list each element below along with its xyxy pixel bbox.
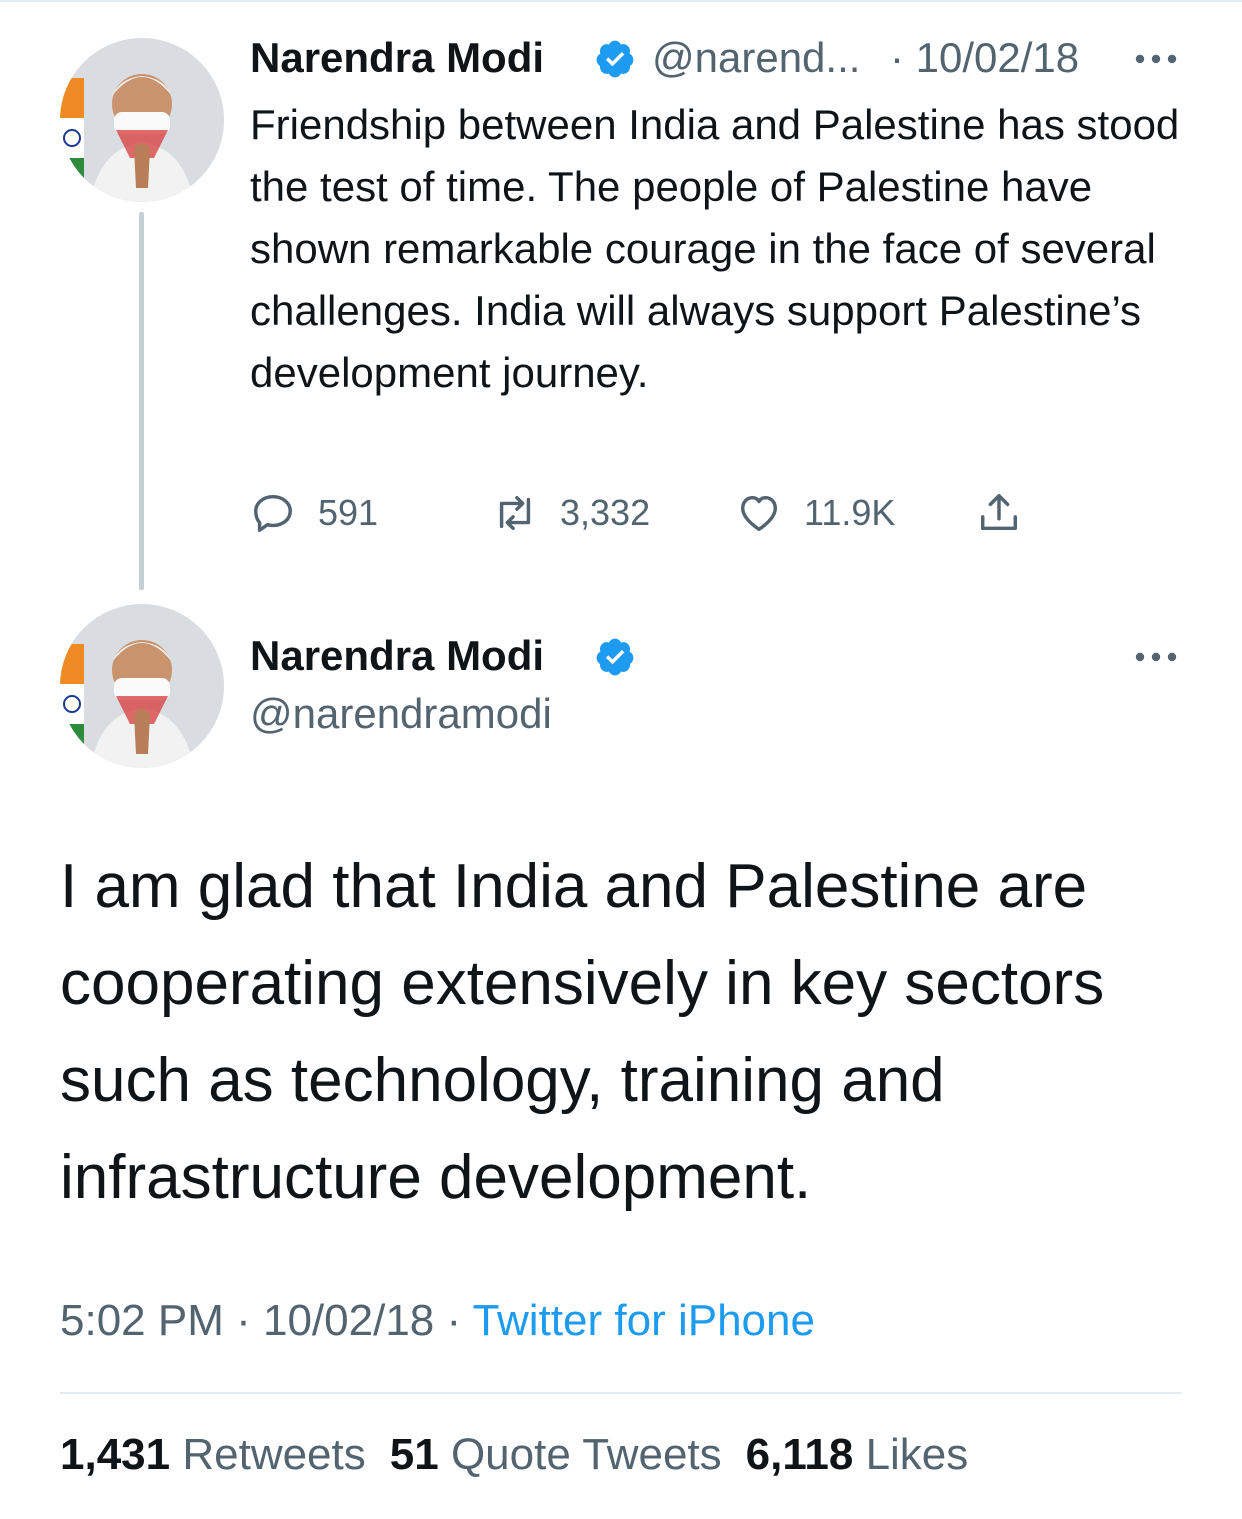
- tweet-date[interactable]: 10/02/18: [263, 1296, 434, 1345]
- more-icon[interactable]: [1134, 52, 1178, 66]
- more-icon[interactable]: [1134, 650, 1178, 664]
- likes-stat[interactable]: 6,118 Likes: [746, 1430, 969, 1479]
- retweet-icon: [499, 495, 531, 531]
- reply-button[interactable]: 591: [250, 490, 378, 536]
- top-divider: [0, 0, 1242, 2]
- retweets-count: 1,431: [60, 1430, 171, 1479]
- quote-tweets-count: 51: [389, 1430, 439, 1479]
- retweet-button[interactable]: 3,332: [492, 490, 650, 536]
- like-count: 11.9K: [804, 492, 896, 533]
- retweets-stat[interactable]: 1,431 Retweets: [60, 1430, 366, 1479]
- avatar-photo: [60, 604, 224, 768]
- tweet-time[interactable]: 5:02 PM: [60, 1296, 224, 1345]
- likes-label: Likes: [865, 1430, 969, 1479]
- avatar-photo: [60, 38, 224, 202]
- author-handle[interactable]: @narendramodi: [250, 690, 552, 738]
- thread-connector: [139, 212, 144, 590]
- like-button[interactable]: 11.9K: [736, 490, 895, 536]
- tweet-stats: 1,431 Retweets 51 Quote Tweets 6,118 Likes: [60, 1430, 968, 1480]
- reply-icon: [254, 494, 292, 532]
- quote-tweets-stat[interactable]: 51 Quote Tweets: [390, 1430, 722, 1479]
- quote-tweets-label: Quote Tweets: [450, 1430, 722, 1479]
- likes-count: 6,118: [745, 1430, 854, 1479]
- tweet-date[interactable]: · 10/02/18: [890, 34, 1079, 82]
- tweet-text: I am glad that India and Palestine are c…: [60, 852, 1105, 1212]
- retweets-label: Retweets: [182, 1430, 366, 1479]
- meta-separator: ·: [434, 1296, 473, 1345]
- verified-icon: [596, 40, 634, 78]
- share-button[interactable]: [976, 490, 1022, 536]
- avatar[interactable]: [60, 38, 224, 202]
- meta-separator: ·: [223, 1296, 263, 1345]
- verified-icon: [596, 638, 634, 676]
- tweet-meta: 5:02 PM · 10/02/18 · Twitter for iPhone: [60, 1296, 815, 1346]
- stats-divider: [60, 1392, 1182, 1394]
- tweet-text: Friendship between India and Palestine h…: [250, 101, 1180, 396]
- author-name[interactable]: Narendra Modi: [250, 632, 544, 680]
- retweet-count: 3,332: [560, 492, 651, 533]
- like-icon: [740, 495, 778, 532]
- tweet-source-link[interactable]: Twitter for iPhone: [473, 1296, 815, 1345]
- reply-count: 591: [318, 492, 379, 533]
- author-handle[interactable]: @narend...: [652, 34, 860, 82]
- share-icon: [980, 494, 1018, 531]
- author-name[interactable]: Narendra Modi: [250, 34, 544, 82]
- avatar[interactable]: [60, 604, 224, 768]
